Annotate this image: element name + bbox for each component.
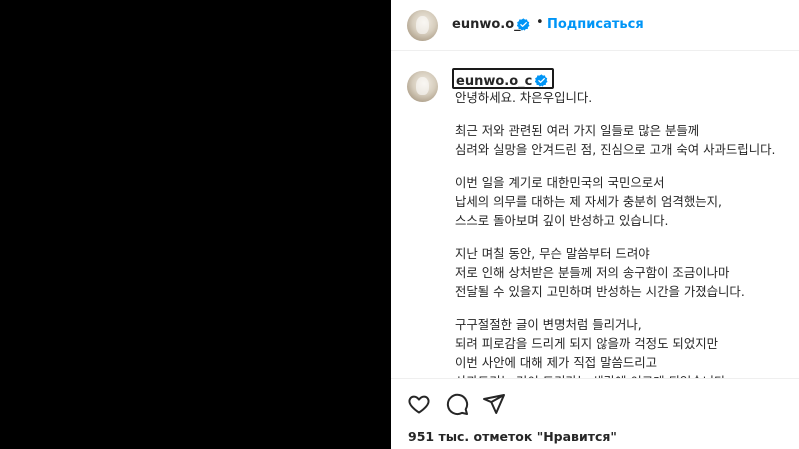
- caption-paragraph: 최근 저와 관련된 여러 가지 일들로 많은 분들께심려와 실망을 안겨드린 점…: [455, 121, 785, 159]
- caption-line: 저로 인해 상처받은 분들께 저의 송구함이 조금이나마: [455, 265, 730, 280]
- share-icon[interactable]: [482, 392, 506, 416]
- caption-line: 이번 사안에 대해 제가 직접 말씀드리고: [455, 355, 658, 370]
- follow-button[interactable]: Подписаться: [547, 17, 644, 32]
- caption-line: 안녕하세요. 차은우입니다.: [455, 90, 593, 105]
- post-sidebar: eunwo.o_c • Подписаться eunwo.o_c 안녕하세요.…: [391, 0, 799, 449]
- heart-icon[interactable]: [407, 392, 431, 416]
- caption-paragraph: 이번 일을 계기로 대한민국의 국민으로서납세의 의무를 대하는 제 자세가 충…: [455, 173, 785, 230]
- verified-badge-icon: [517, 18, 530, 31]
- caption-line: 되려 피로감을 드리게 되지 않을까 걱정도 되었지만: [455, 336, 719, 351]
- caption-paragraph: 안녕하세요. 차은우입니다.: [455, 88, 785, 107]
- caption-paragraph: 구구절절한 글이 변명처럼 들리거나, 되려 피로감을 드리게 되지 않을까 걱정…: [455, 315, 785, 378]
- caption-username[interactable]: eunwo.o_c: [456, 74, 532, 89]
- comment-icon[interactable]: [445, 392, 469, 416]
- caption-line: 최근 저와 관련된 여러 가지 일들로 많은 분들께: [455, 123, 700, 138]
- post-media[interactable]: [0, 0, 391, 449]
- caption-line: 납세의 의무를 대하는 제 자세가 충분히 엄격했는지,: [455, 194, 722, 209]
- caption-area: eunwo.o_c 안녕하세요. 차은우입니다. 최근 저와 관련된 여러 가지 …: [391, 51, 799, 378]
- caption-line: 스스로 돌아보며 깊이 반성하고 있습니다.: [455, 213, 669, 228]
- likes-count[interactable]: 951 тыс. отметок "Нравится": [408, 429, 617, 444]
- author-avatar[interactable]: [407, 10, 438, 41]
- caption-text: 안녕하세요. 차은우입니다. 최근 저와 관련된 여러 가지 일들로 많은 분들께…: [455, 88, 785, 378]
- caption-line: 심려와 실망을 안겨드린 점, 진심으로 고개 숙여 사과드립니다.: [455, 142, 776, 157]
- caption-line: 이번 일을 계기로 대한민국의 국민으로서: [455, 175, 665, 190]
- caption-author-avatar[interactable]: [407, 71, 438, 102]
- verified-badge-icon: [535, 74, 548, 87]
- caption-paragraph: 지난 며칠 동안, 무슨 말씀부터 드려야저로 인해 상처받은 분들께 저의 송…: [455, 244, 785, 301]
- post-header: eunwo.o_c • Подписаться: [391, 0, 799, 51]
- action-bar: [391, 378, 799, 423]
- caption-line: 구구절절한 글이 변명처럼 들리거나,: [455, 317, 642, 332]
- separator-dot: •: [536, 15, 544, 30]
- caption-line: 지난 며칠 동안, 무슨 말씀부터 드려야: [455, 246, 650, 261]
- caption-username-highlight: eunwo.o_c: [452, 68, 555, 89]
- caption-line: 전달될 수 있을지 고민하며 반성하는 시간을 가졌습니다.: [455, 284, 745, 299]
